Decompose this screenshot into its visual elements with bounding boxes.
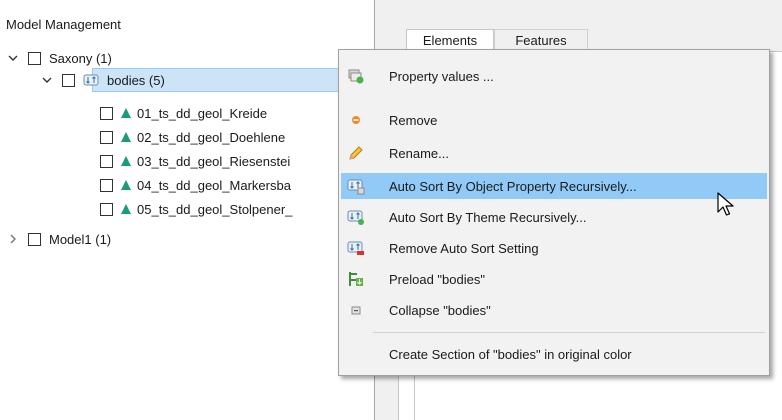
pencil-icon	[347, 144, 365, 162]
chevron-right-icon[interactable]	[6, 232, 20, 246]
remove-sort-icon	[347, 239, 365, 257]
tree-node-child[interactable]: 05_ts_dd_geol_Stolpener_	[100, 198, 292, 220]
child-label: 04_ts_dd_geol_Markersba	[137, 177, 291, 193]
child-checkbox[interactable]	[100, 178, 113, 192]
tree-node-child[interactable]: 03_ts_dd_geol_Riesenstei	[100, 150, 290, 172]
tree-node-child[interactable]: 02_ts_dd_geol_Doehlene	[100, 126, 285, 148]
auto-sort-theme-icon	[347, 208, 365, 226]
auto-sort-property-icon	[347, 177, 365, 195]
surface-triangle-icon	[121, 132, 131, 142]
chevron-down-icon[interactable]	[6, 51, 20, 65]
tree-node-child[interactable]: 01_ts_dd_geol_Kreide	[100, 102, 267, 124]
saxony-label: Saxony (1)	[49, 50, 112, 66]
surface-triangle-icon	[121, 180, 131, 190]
menu-item-label: Auto Sort By Object Property Recursively…	[389, 178, 637, 194]
child-label: 02_ts_dd_geol_Doehlene	[137, 129, 286, 145]
menu-item-auto-sort-property[interactable]: Auto Sort By Object Property Recursively…	[341, 173, 767, 199]
menu-item-remove-auto-sort[interactable]: Remove Auto Sort Setting	[341, 235, 767, 261]
bodies-folder-icon	[83, 73, 99, 87]
child-label: 05_ts_dd_geol_Stolpener_	[137, 201, 293, 217]
child-checkbox[interactable]	[100, 202, 113, 216]
remove-dot-icon	[347, 111, 365, 129]
child-checkbox[interactable]	[100, 130, 113, 144]
child-checkbox[interactable]	[100, 154, 113, 168]
bodies-label: bodies (5)	[107, 72, 165, 88]
menu-item-label: Preload "bodies"	[389, 271, 485, 287]
panel-title: Model Management	[6, 17, 121, 32]
surface-triangle-icon	[121, 204, 131, 214]
context-menu: Property values ... Remove Rename... Aut…	[338, 49, 770, 376]
menu-item-label: Collapse "bodies"	[389, 302, 491, 318]
tab-features[interactable]: Features	[494, 29, 588, 51]
menu-item-create-section[interactable]: Create Section of "bodies" in original c…	[341, 341, 767, 367]
model1-label: Model1 (1)	[49, 231, 112, 247]
menu-item-auto-sort-theme[interactable]: Auto Sort By Theme Recursively...	[341, 204, 767, 230]
menu-item-preload[interactable]: Preload "bodies"	[341, 266, 767, 292]
menu-item-label: Auto Sort By Theme Recursively...	[389, 209, 587, 225]
child-checkbox[interactable]	[100, 106, 113, 120]
menu-item-rename[interactable]: Rename...	[341, 140, 767, 166]
model-management-panel: Model Management Saxony (1) bodies (5) 0…	[0, 0, 375, 420]
tab-elements[interactable]: Elements	[406, 29, 494, 51]
menu-item-remove[interactable]: Remove	[341, 107, 767, 133]
tree-node-bodies[interactable]: bodies (5)	[40, 69, 165, 91]
surface-triangle-icon	[121, 108, 131, 118]
menu-item-label: Remove Auto Sort Setting	[389, 240, 539, 256]
tree-node-child[interactable]: 04_ts_dd_geol_Markersba	[100, 174, 291, 196]
tree-node-model1[interactable]: Model1 (1)	[6, 228, 111, 250]
saxony-checkbox[interactable]	[28, 51, 41, 65]
menu-item-collapse[interactable]: Collapse "bodies"	[341, 297, 767, 323]
preload-icon	[347, 270, 365, 288]
menu-item-label: Create Section of "bodies" in original c…	[389, 346, 632, 362]
menu-item-label: Remove	[389, 112, 438, 128]
menu-item-label: Property values ...	[389, 68, 494, 84]
tree-node-saxony[interactable]: Saxony (1)	[6, 47, 112, 69]
collapse-icon	[347, 301, 365, 319]
surface-triangle-icon	[121, 156, 131, 166]
child-label: 01_ts_dd_geol_Kreide	[137, 105, 268, 121]
menu-item-property-values[interactable]: Property values ...	[341, 63, 767, 89]
menu-separator	[373, 332, 765, 333]
model1-checkbox[interactable]	[28, 232, 41, 246]
mouse-cursor-icon	[717, 192, 735, 218]
menu-item-label: Rename...	[389, 145, 449, 161]
bodies-checkbox[interactable]	[62, 73, 75, 87]
chevron-down-icon[interactable]	[40, 73, 54, 87]
property-values-icon	[347, 67, 365, 85]
child-label: 03_ts_dd_geol_Riesenstei	[137, 153, 291, 169]
